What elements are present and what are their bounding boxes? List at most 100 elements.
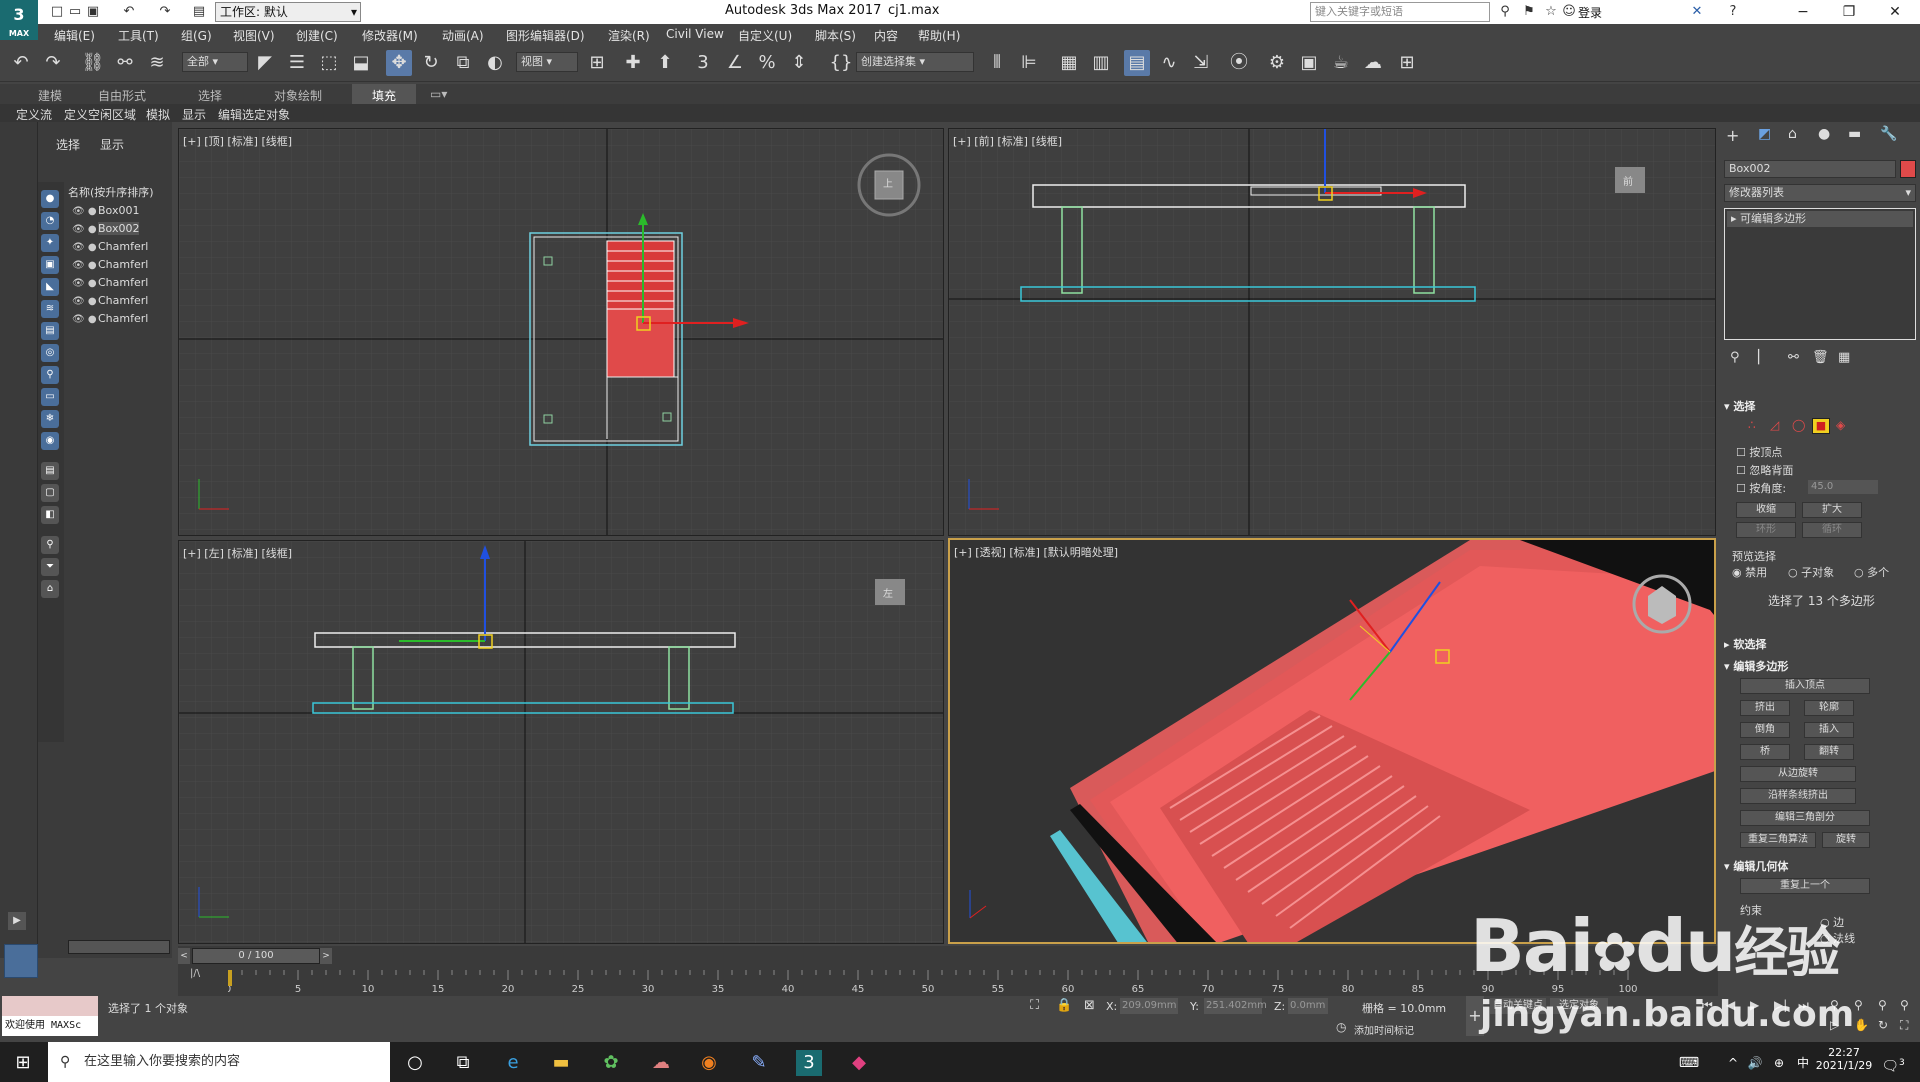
app-icon-2[interactable]: ☁ [648, 1050, 674, 1076]
explorer-tab-select[interactable]: 选择 [56, 136, 80, 153]
explorer-row-chamfer[interactable]: 👁 ●Chamferl [72, 310, 172, 328]
search-input[interactable]: 键入关键字或短语 [1310, 2, 1490, 22]
select-by-name-icon[interactable]: ☰ [284, 50, 310, 76]
outline-button[interactable]: 轮廓 [1804, 700, 1854, 716]
select-object-icon[interactable]: ◤ [252, 50, 278, 76]
menu-rendering[interactable]: 渲染(R) [608, 27, 650, 44]
menu-customize[interactable]: 自定义(U) [738, 27, 792, 44]
find-icon[interactable]: ⚲ [41, 536, 59, 554]
named-selection-set-dropdown[interactable]: 创建选择集 ▾ [856, 52, 974, 72]
filter-geometry-icon[interactable]: ● [41, 190, 59, 208]
menu-tools[interactable]: 工具(T) [118, 27, 159, 44]
ime-icon[interactable]: 中 [1790, 1050, 1816, 1076]
windows-start-icon[interactable]: ⊞ [10, 1050, 36, 1076]
restore-button[interactable]: ❐ [1826, 0, 1872, 24]
filter-invert-icon[interactable]: ◧ [41, 506, 59, 524]
border-mode-icon[interactable]: ◯ [1792, 418, 1805, 432]
configure-sets-icon[interactable]: ▦ [1838, 350, 1850, 365]
keyboard-icon[interactable]: ⌨ [1676, 1050, 1702, 1076]
undo-icon[interactable]: ↶ [8, 50, 34, 76]
visibility-icon[interactable]: 👁 ● [72, 257, 98, 275]
menu-help[interactable]: 帮助(H) [918, 27, 960, 44]
notepad-icon[interactable]: ✎ [746, 1050, 772, 1076]
binoculars-icon[interactable]: ⚲ [1496, 3, 1514, 21]
explorer-row-chamfer[interactable]: 👁 ●Chamferl [72, 238, 172, 256]
filter-bones-icon[interactable]: ⚲ [41, 366, 59, 384]
file-explorer-icon[interactable]: ▬ [548, 1050, 574, 1076]
firefox-icon[interactable]: ◉ [696, 1050, 722, 1076]
z-coordinate-field[interactable]: 0.0mm [1288, 998, 1328, 1014]
filter-helpers-icon[interactable]: ◣ [41, 278, 59, 296]
preview-subobject-radio[interactable]: ○ 子对象 [1788, 564, 1834, 580]
ribbon-define-flows[interactable]: 定义流 [16, 106, 52, 123]
keyboard-shortcut-icon[interactable]: ⬆ [652, 50, 678, 76]
filter-shapes-icon[interactable]: ◔ [41, 212, 59, 230]
filter-xrefs-icon[interactable]: ◎ [41, 344, 59, 362]
angle-snap-icon[interactable]: ∠ [722, 50, 748, 76]
viewport-layout-icon[interactable] [4, 944, 38, 978]
menu-modifiers[interactable]: 修改器(M) [362, 27, 418, 44]
notifications-icon[interactable]: 🗨3 [1880, 1050, 1906, 1076]
visibility-icon[interactable]: 👁 ● [72, 311, 98, 329]
add-time-tag[interactable]: 添加时间标记 [1354, 1022, 1414, 1037]
show-end-result-icon[interactable]: ▏ [1758, 350, 1768, 365]
workspace-dropdown[interactable]: 工作区: 默认 ▾ [215, 2, 361, 22]
viewport-perspective-label[interactable]: [+] [透视] [标准] [默认明暗处理] [954, 544, 1118, 560]
shrink-button[interactable]: 收缩 [1736, 502, 1796, 518]
loop-button[interactable]: 循环 [1802, 522, 1862, 538]
visibility-icon[interactable]: 👁 ● [72, 239, 98, 257]
by-angle-checkbox[interactable]: ☐ 按角度: [1736, 480, 1786, 496]
add-time-tag-icon[interactable]: ◷ [1336, 1020, 1346, 1034]
filter-cameras-icon[interactable]: ▣ [41, 256, 59, 274]
filter-all-icon[interactable]: ▤ [41, 462, 59, 480]
viewport-top-label[interactable]: [+] [顶] [标准] [线框] [183, 133, 292, 149]
extrude-button[interactable]: 挤出 [1740, 700, 1790, 716]
explorer-hscrollbar[interactable] [68, 940, 170, 954]
viewport-front[interactable]: [+] [前] [标准] [线框] 前 [948, 128, 1716, 536]
extrude-spline-button[interactable]: 沿样条线挤出 [1740, 788, 1856, 804]
explorer-row-chamfer[interactable]: 👁 ●Chamferl [72, 274, 172, 292]
explorer-column-header[interactable]: 名称(按升序排序) [68, 184, 154, 200]
bevel-button[interactable]: 倒角 [1740, 722, 1790, 738]
save-icon[interactable]: ▣ [84, 3, 102, 21]
close-button[interactable]: ✕ [1872, 0, 1918, 24]
filter-hidden-icon[interactable]: ◉ [41, 432, 59, 450]
link-icon[interactable]: ⛓ [80, 50, 106, 76]
y-coordinate-field[interactable]: 251.402mm [1204, 998, 1267, 1014]
explorer-row-box001[interactable]: 👁 ●Box001 [72, 202, 172, 220]
visibility-icon[interactable]: 👁 ● [72, 203, 98, 221]
filter-containers-icon[interactable]: ▭ [41, 388, 59, 406]
explorer-row-chamfer[interactable]: 👁 ●Chamferl [72, 256, 172, 274]
absolute-mode-icon[interactable]: ⊠ [1084, 998, 1095, 1013]
menu-content[interactable]: 内容 [874, 27, 898, 44]
curve-editor-icon[interactable]: ∿ [1156, 50, 1182, 76]
ring-button[interactable]: 环形 [1736, 522, 1796, 538]
remove-modifier-icon[interactable]: 🗑 [1812, 350, 1829, 365]
layer-explorer-icon[interactable]: ▦ [1056, 50, 1082, 76]
filter-lights-icon[interactable]: ✦ [41, 234, 59, 252]
vertex-mode-icon[interactable]: ∴ [1748, 418, 1756, 432]
x-exchange-icon[interactable]: ✕ [1688, 3, 1706, 21]
app-icon-1[interactable]: ✿ [598, 1050, 624, 1076]
a360-gallery-icon[interactable]: ⊞ [1394, 50, 1420, 76]
ribbon-tab-selection[interactable]: 选择 [198, 87, 222, 104]
ribbon-tab-object-paint[interactable]: 对象绘制 [274, 87, 322, 104]
expand-icon[interactable]: ▶ [8, 912, 26, 930]
maxscript-listener[interactable]: 欢迎使用 MAXSc [2, 1016, 98, 1036]
visibility-icon[interactable]: 👁 ● [72, 293, 98, 311]
angle-spinner[interactable]: 45.0 [1808, 480, 1878, 494]
move-icon[interactable]: ✥ [386, 50, 412, 76]
filter-none-icon[interactable]: ▢ [41, 484, 59, 502]
unlink-icon[interactable]: ⚯ [112, 50, 138, 76]
hierarchy-tab-icon[interactable]: ⌂ [1788, 126, 1797, 142]
redo-icon[interactable]: ↷ [40, 50, 66, 76]
render-cloud-icon[interactable]: ☁ [1360, 50, 1386, 76]
menu-view[interactable]: 视图(V) [233, 27, 275, 44]
taskbar-search[interactable]: ⚲ 在这里输入你要搜索的内容 [48, 1042, 390, 1082]
edit-named-selection-icon[interactable]: {} [828, 50, 854, 76]
place-icon[interactable]: ◐ [482, 50, 508, 76]
element-mode-icon[interactable]: ◈ [1836, 418, 1845, 432]
edge-mode-icon[interactable]: ◿ [1770, 418, 1779, 432]
app-icon-3[interactable]: ◆ [846, 1050, 872, 1076]
menu-edit[interactable]: 编辑(E) [54, 27, 95, 44]
